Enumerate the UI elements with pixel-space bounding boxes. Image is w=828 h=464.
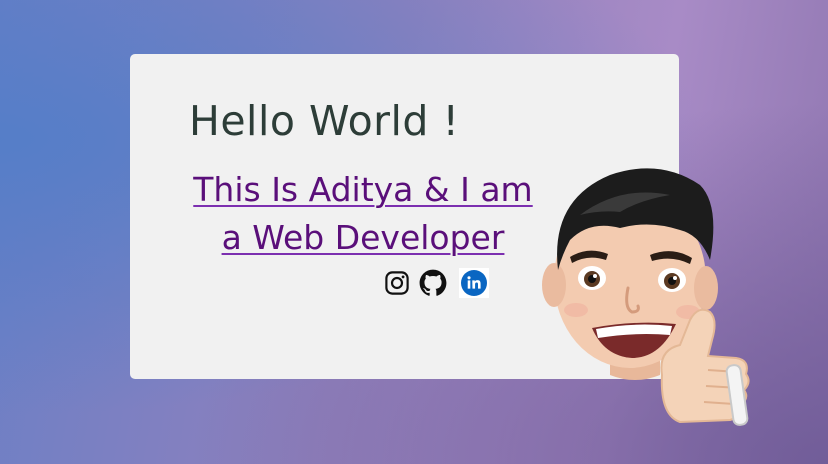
intro-link-line2[interactable]: a Web Developer [222, 218, 505, 257]
linkedin-link[interactable] [459, 268, 489, 298]
greeting-heading: Hello World ! [189, 97, 460, 145]
github-link[interactable] [419, 269, 447, 297]
instagram-link[interactable] [383, 269, 411, 297]
github-icon [419, 269, 447, 296]
intro-text: This Is Aditya & I am a Web Developer [158, 166, 568, 262]
social-links [383, 268, 489, 298]
instagram-icon [385, 271, 409, 295]
linkedin-icon [461, 270, 487, 296]
intro-link-line1[interactable]: This Is Aditya & I am [193, 170, 532, 209]
memoji-thumbs-up-avatar [542, 168, 750, 426]
